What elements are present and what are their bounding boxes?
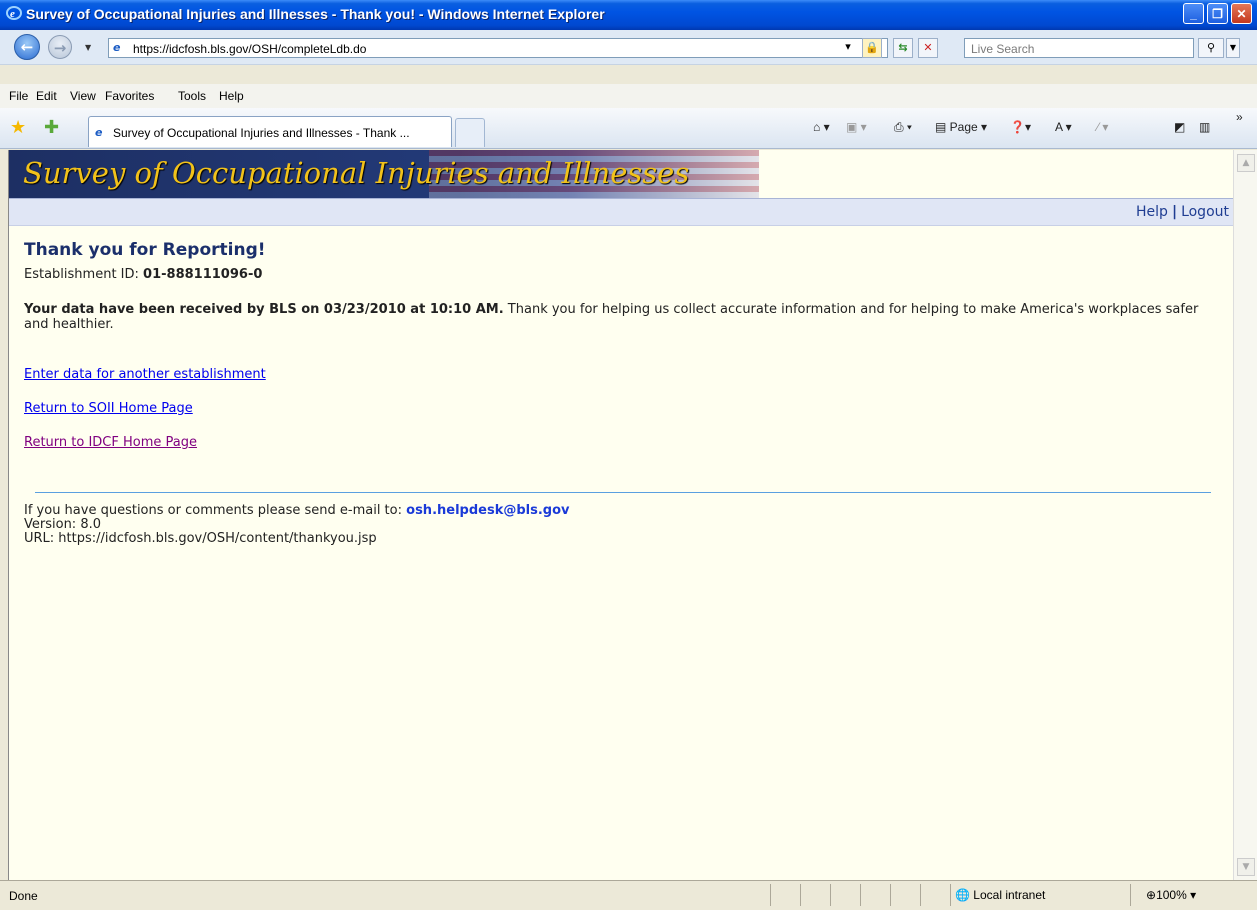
tab-current-page[interactable]: e Survey of Occupational Injuries and Il…: [88, 116, 452, 147]
tab-page-icon: e: [95, 126, 103, 139]
scroll-down-icon[interactable]: ▼: [1237, 858, 1255, 876]
toolbox-icon[interactable]: ▥: [1199, 120, 1210, 134]
vertical-scrollbar[interactable]: ▲ ▼: [1233, 150, 1257, 880]
menu-file[interactable]: File: [9, 89, 28, 103]
menu-view[interactable]: View: [70, 89, 96, 103]
back-arrow-icon: ←: [20, 38, 34, 56]
tab-bar: ★ ✚ e Survey of Occupational Injuries an…: [0, 108, 1257, 149]
page-footer: If you have questions or comments please…: [24, 504, 570, 546]
window-icon[interactable]: ◩: [1174, 120, 1185, 134]
lock-icon[interactable]: 🔒: [862, 38, 882, 58]
menu-tools[interactable]: Tools: [178, 89, 206, 103]
status-divider: [1130, 884, 1131, 906]
page-icon: e: [113, 41, 121, 54]
feeds-icon[interactable]: ▣ ▾: [846, 120, 867, 134]
new-tab-button[interactable]: [455, 118, 485, 147]
page-icon: ▤: [935, 120, 950, 134]
intranet-globe-icon: 🌐: [955, 888, 970, 902]
print-icon[interactable]: ⎙ ▾: [894, 120, 912, 135]
research-icon[interactable]: A ▾: [1055, 120, 1072, 134]
status-divider: [770, 884, 771, 906]
status-bar: Done 🌐 Local intranet ⊕100% ▾: [0, 880, 1257, 910]
menu-bar: File Edit View Favorites Tools Help: [0, 84, 1257, 109]
menu-edit[interactable]: Edit: [36, 89, 57, 103]
footer-version: Version: 8.0: [24, 517, 101, 532]
ie-logo-icon: e: [6, 5, 22, 21]
establishment-id-label: Establishment ID:: [24, 267, 139, 282]
help-links: Help | Logout: [1136, 204, 1229, 220]
status-divider: [890, 884, 891, 906]
page-menu-button[interactable]: ▤ Page ▾: [935, 120, 987, 134]
search-input[interactable]: Live Search: [964, 38, 1194, 58]
received-message: Your data have been received by BLS on 0…: [24, 302, 1204, 332]
address-dropdown-icon[interactable]: ▾: [838, 38, 858, 58]
zoom-control[interactable]: ⊕100% ▾: [1146, 888, 1196, 902]
status-divider: [800, 884, 801, 906]
security-zone-label: Local intranet: [973, 888, 1046, 902]
page-title: Thank you for Reporting!: [24, 240, 266, 260]
zoom-level: 100%: [1156, 888, 1187, 902]
tab-label: Survey of Occupational Injuries and Illn…: [113, 126, 410, 140]
add-favorites-icon[interactable]: ✚: [44, 117, 59, 138]
menu-help[interactable]: Help: [219, 89, 244, 103]
footer-url: URL: https://idcfosh.bls.gov/OSH/content…: [24, 531, 377, 546]
stop-button[interactable]: ✕: [918, 38, 938, 58]
enter-another-establishment-link[interactable]: Enter data for another establishment: [24, 367, 266, 382]
window-title: Survey of Occupational Injuries and Illn…: [26, 6, 605, 22]
link-separator: |: [1171, 204, 1178, 220]
page-content: Survey of Occupational Injuries and Illn…: [8, 150, 1233, 880]
soii-home-link[interactable]: Return to SOII Home Page: [24, 401, 193, 416]
idcf-home-link[interactable]: Return to IDCF Home Page: [24, 435, 197, 450]
logout-link[interactable]: Logout: [1181, 204, 1229, 220]
svg-text:e: e: [10, 8, 15, 20]
home-icon[interactable]: ⌂ ▾: [813, 120, 830, 134]
close-window-button[interactable]: ✕: [1231, 3, 1252, 24]
establishment-id-row: Establishment ID: 01-888111096-0: [24, 267, 262, 282]
more-commands-icon[interactable]: »: [1236, 110, 1243, 124]
help-menu-icon[interactable]: ❓▾: [1010, 120, 1031, 134]
site-banner: Survey of Occupational Injuries and Illn…: [9, 150, 1233, 198]
window-title-bar[interactable]: e Survey of Occupational Injuries and Il…: [0, 0, 1257, 30]
back-button[interactable]: ←: [14, 34, 40, 60]
pen-icon[interactable]: ⁄ ▾: [1097, 120, 1108, 134]
help-bar: Help | Logout: [9, 198, 1233, 226]
address-url[interactable]: https://idcfosh.bls.gov/OSH/completeLdb.…: [133, 42, 366, 56]
address-field[interactable]: e https://idcfosh.bls.gov/OSH/completeLd…: [108, 38, 888, 58]
refresh-button[interactable]: ⇆: [893, 38, 913, 58]
forward-arrow-icon: →: [53, 39, 67, 57]
banner-title: Survey of Occupational Injuries and Illn…: [23, 156, 690, 190]
status-text: Done: [9, 889, 38, 903]
footer-divider: [35, 492, 1211, 493]
security-zone[interactable]: 🌐 Local intranet: [955, 888, 1045, 902]
restore-button[interactable]: ❐: [1207, 3, 1228, 24]
forward-button[interactable]: →: [48, 35, 72, 59]
footer-questions: If you have questions or comments please…: [24, 503, 402, 518]
menu-favorites[interactable]: Favorites: [105, 89, 154, 103]
status-divider: [830, 884, 831, 906]
zoom-icon: ⊕: [1146, 888, 1157, 902]
search-options-dropdown-icon[interactable]: ▼: [1226, 38, 1240, 58]
search-icon[interactable]: ⚲: [1198, 38, 1224, 58]
minimize-button[interactable]: _: [1183, 3, 1204, 24]
status-divider: [860, 884, 861, 906]
recent-pages-dropdown-icon[interactable]: ▼: [85, 43, 91, 52]
received-confirmation: Your data have been received by BLS on 0…: [24, 302, 504, 317]
helpdesk-email[interactable]: osh.helpdesk@bls.gov: [406, 503, 569, 518]
status-divider: [920, 884, 921, 906]
scroll-up-icon[interactable]: ▲: [1237, 154, 1255, 172]
address-toolbar: ← → ▼ e https://idcfosh.bls.gov/OSH/comp…: [0, 30, 1257, 65]
page-menu-label: Page: [949, 120, 978, 134]
establishment-id-value: 01-888111096-0: [143, 267, 263, 282]
favorites-center-icon[interactable]: ★: [10, 117, 26, 138]
help-link[interactable]: Help: [1136, 204, 1168, 220]
banner-image: Survey of Occupational Injuries and Illn…: [9, 150, 759, 198]
status-divider: [950, 884, 951, 906]
